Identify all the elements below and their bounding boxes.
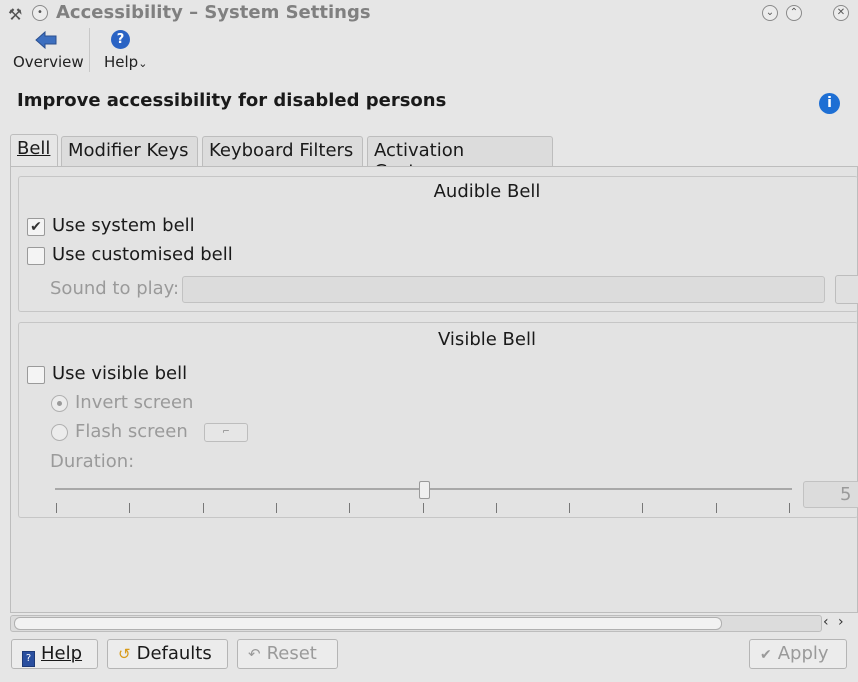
slider-tick [422,503,424,513]
browse-sound-button[interactable] [835,275,858,304]
tab-keyboard-filters[interactable]: Keyboard Filters [202,136,363,167]
slider-tick [789,503,790,513]
accessibility-info-icon[interactable]: i [819,93,840,114]
duration-label: Duration: [50,451,135,472]
use-customised-bell-checkbox[interactable] [27,247,45,265]
tab-modifier-keys[interactable]: Modifier Keys [61,136,198,167]
duration-spinbox[interactable]: 5 [803,481,858,508]
sound-to-play-label: Sound to play: [50,278,180,299]
back-arrow-icon [35,31,57,49]
audible-bell-title: Audible Bell [433,181,541,202]
radio-dot [57,401,62,406]
slider-tick [495,503,497,513]
overview-button[interactable]: Overview [12,28,84,74]
help-icon: ? [111,30,130,49]
use-system-bell-checkbox[interactable]: ✔ [27,218,45,236]
invert-screen-label[interactable]: Invert screen [75,392,193,413]
tab-label: Modifier Keys [68,140,189,161]
defaults-icon: ↺ [118,645,131,663]
help-button[interactable]: ? Help [11,639,98,669]
use-visible-bell-checkbox[interactable] [27,366,45,384]
toolbar-separator [89,28,90,72]
duration-value: 5 [840,484,852,505]
maximize-icon[interactable]: ⌃ [786,5,802,21]
use-customised-bell-label[interactable]: Use customised bell [52,244,233,265]
pin-icon[interactable]: • [32,5,48,21]
chevron-down-icon: ⌄ [138,57,148,70]
slider-tick [349,503,351,513]
close-icon[interactable]: ✕ [833,5,849,21]
sound-to-play-input[interactable] [182,276,825,303]
apply-button-label: Apply [777,643,829,664]
slider-tick [642,503,644,513]
help-menu-button[interactable]: ? Help⌄ [102,28,150,74]
duration-slider-handle[interactable] [418,481,430,499]
horizontal-scrollbar-thumb[interactable] [14,617,722,630]
overview-label: Overview [13,53,84,71]
slider-tick [202,503,204,513]
flash-color-button[interactable]: ⌐ [204,423,248,442]
use-system-bell-label[interactable]: Use system bell [52,215,195,236]
scroll-left-icon[interactable]: ‹ [823,614,829,630]
visible-bell-title: Visible Bell [438,329,536,350]
help-label: Help [104,53,139,71]
settings-app-icon: ⚒ [8,5,23,24]
slider-tick [569,503,571,513]
defaults-button-label: Defaults [136,643,212,664]
scroll-right-icon[interactable]: › [838,614,844,630]
flash-screen-radio[interactable] [51,424,68,441]
apply-button[interactable]: ✔ Apply [749,639,847,669]
invert-screen-radio[interactable] [51,395,68,412]
help-button-label: Help [41,643,83,664]
checkmark-icon: ✔ [760,647,772,663]
reset-button[interactable]: ↶ Reset [237,639,338,669]
flash-screen-label[interactable]: Flash screen [75,421,188,442]
tab-bell[interactable]: Bell [10,134,58,167]
tab-label: Bell [17,138,51,159]
slider-tick [129,503,131,513]
slider-tick [715,503,717,513]
help-book-icon: ? [22,651,35,667]
reset-button-label: Reset [266,643,317,664]
page-title: Improve accessibility for disabled perso… [17,90,447,111]
tab-activation-gestures[interactable]: Activation Gestures [367,136,553,182]
reset-icon: ↶ [248,645,261,663]
use-visible-bell-label[interactable]: Use visible bell [52,363,187,384]
minimize-icon[interactable]: ⌄ [762,5,778,21]
slider-tick [56,503,57,513]
tab-label: Keyboard Filters [209,140,354,161]
defaults-button[interactable]: ↺ Defaults [107,639,228,669]
slider-tick [275,503,277,513]
window-title: Accessibility – System Settings [56,2,371,23]
